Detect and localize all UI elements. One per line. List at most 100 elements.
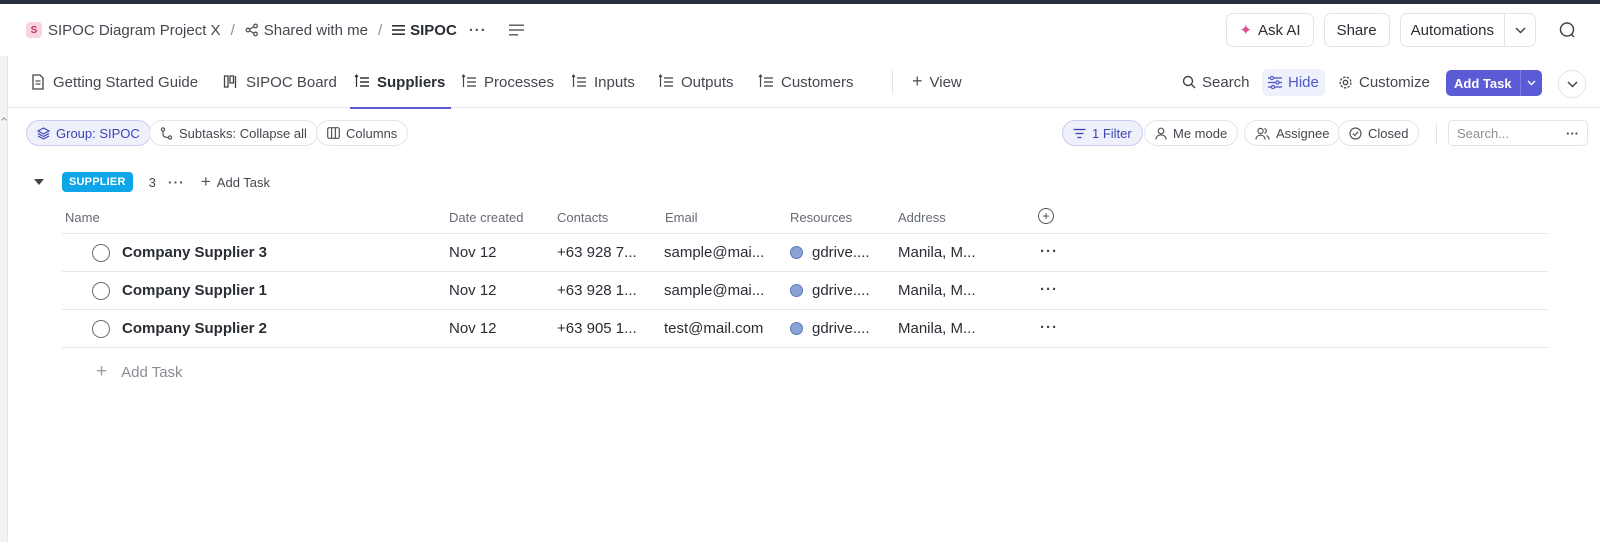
row-more-icon[interactable]: ··· (1040, 319, 1058, 336)
resources-link[interactable]: gdrive.... (812, 282, 870, 299)
add-task-button[interactable]: Add Task (1446, 70, 1520, 96)
left-sidebar-edge[interactable] (0, 56, 8, 542)
date-created-cell: Nov 12 (449, 282, 497, 299)
contacts-cell[interactable]: +63 928 7... (557, 244, 657, 261)
task-name[interactable]: Company Supplier 3 (122, 244, 267, 261)
tab-suppliers[interactable]: Suppliers (349, 56, 452, 109)
columns-chip[interactable]: Columns (316, 120, 409, 146)
group-add-task-label: Add Task (216, 174, 271, 190)
task-name[interactable]: Company Supplier 2 (122, 320, 267, 337)
user-icon (1155, 127, 1167, 140)
group-count: 3 (148, 174, 156, 190)
resources-cell[interactable]: gdrive.... (790, 244, 894, 261)
group-chip-label: Group: SIPOC (56, 125, 140, 141)
table-row[interactable]: Company Supplier 2 Nov 12 +63 905 1... t… (62, 310, 1548, 348)
list-view-icon (354, 74, 370, 90)
collapse-header-button[interactable] (1558, 70, 1586, 98)
closed-chip[interactable]: Closed (1338, 120, 1420, 146)
column-header-name[interactable]: Name (65, 210, 100, 225)
address-cell[interactable]: Manila, M... (898, 282, 998, 299)
task-status-icon[interactable] (92, 244, 110, 262)
task-name[interactable]: Company Supplier 1 (122, 282, 267, 299)
breadcrumb-shared[interactable]: Shared with me (245, 22, 368, 39)
ask-ai-button[interactable]: ✦ Ask AI (1226, 13, 1314, 47)
email-cell[interactable]: sample@mai... (664, 244, 782, 261)
subtasks-chip-label: Subtasks: Collapse all (179, 125, 307, 141)
row-more-icon[interactable]: ··· (1040, 243, 1058, 260)
task-status-icon[interactable] (92, 320, 110, 338)
add-task-row[interactable]: + Add Task (96, 360, 183, 384)
column-header-resources[interactable]: Resources (790, 210, 852, 225)
filter-chip[interactable]: 1 Filter (1062, 120, 1143, 146)
row-more-icon[interactable]: ··· (1040, 281, 1058, 298)
assignee-chip[interactable]: Assignee (1244, 120, 1341, 146)
chat-icon[interactable] (1550, 13, 1584, 47)
add-column-icon[interactable]: + (1038, 208, 1054, 224)
header-actions: ✦ Ask AI Share Automations (1226, 12, 1600, 48)
column-header-date-created[interactable]: Date created (449, 210, 523, 225)
address-cell[interactable]: Manila, M... (898, 244, 998, 261)
contacts-cell[interactable]: +63 928 1... (557, 282, 657, 299)
column-header-address[interactable]: Address (898, 210, 946, 225)
status-badge[interactable]: SUPPLIER (62, 172, 133, 192)
tab-sipoc-board[interactable]: SIPOC Board (223, 56, 337, 108)
more-options-icon[interactable]: ··· (469, 22, 487, 39)
filter-icon (1073, 128, 1086, 139)
caret-down-icon[interactable] (34, 179, 44, 185)
table-row[interactable]: Company Supplier 1 Nov 12 +63 928 1... s… (62, 272, 1548, 310)
breadcrumb: S SIPOC Diagram Project X / Shared with … (26, 4, 524, 56)
add-task-dropdown[interactable] (1519, 70, 1542, 96)
contacts-cell[interactable]: +63 905 1... (557, 320, 657, 337)
search-tasks-input[interactable]: Search... ··· (1448, 120, 1588, 146)
email-cell[interactable]: test@mail.com (664, 320, 782, 337)
chevron-down-icon (1514, 26, 1526, 34)
search-button[interactable]: Search (1182, 56, 1250, 108)
tab-outputs[interactable]: Outputs (658, 56, 734, 108)
columns-icon (327, 127, 340, 139)
subtasks-chip[interactable]: Subtasks: Collapse all (149, 120, 318, 146)
view-tabs-bar: Getting Started Guide SIPOC Board Suppli… (8, 56, 1600, 109)
resources-cell[interactable]: gdrive.... (790, 320, 894, 337)
tab-label: Processes (484, 73, 555, 91)
column-header-email[interactable]: Email (665, 210, 698, 225)
table-row[interactable]: Company Supplier 3 Nov 12 +63 928 7... s… (62, 234, 1548, 272)
resources-cell[interactable]: gdrive.... (790, 282, 894, 299)
subtasks-icon (160, 126, 173, 140)
tabs-divider (892, 70, 893, 94)
columns-chip-label: Columns (346, 125, 398, 141)
customize-button[interactable]: Customize (1338, 56, 1430, 108)
shared-label: Shared with me (263, 21, 368, 39)
email-cell[interactable]: sample@mai... (664, 282, 782, 299)
assignee-chip-label: Assignee (1276, 125, 1330, 141)
group-chip[interactable]: Group: SIPOC (26, 120, 151, 146)
space-name: SIPOC Diagram Project X (48, 21, 221, 39)
more-options-icon[interactable]: ··· (1566, 126, 1579, 141)
breadcrumb-list[interactable]: SIPOC (392, 22, 457, 39)
hide-button[interactable]: Hide (1262, 56, 1325, 108)
automations-dropdown[interactable] (1505, 14, 1535, 46)
share-label: Share (1336, 21, 1377, 39)
more-options-icon[interactable]: ··· (168, 174, 185, 190)
column-header-contacts[interactable]: Contacts (557, 210, 608, 225)
breadcrumb-space[interactable]: S SIPOC Diagram Project X (26, 22, 221, 39)
automations-button[interactable]: Automations (1401, 14, 1505, 46)
tab-inputs[interactable]: Inputs (571, 56, 635, 108)
group-header: SUPPLIER 3 ··· + Add Task (34, 170, 270, 194)
customize-label: Customize (1359, 73, 1430, 91)
description-icon[interactable] (508, 24, 524, 36)
tab-processes[interactable]: Processes (461, 56, 554, 108)
group-add-task-button[interactable]: + Add Task (201, 172, 270, 192)
layers-icon (37, 126, 50, 140)
address-cell[interactable]: Manila, M... (898, 320, 998, 337)
share-button[interactable]: Share (1323, 13, 1390, 47)
add-task-row-label: Add Task (121, 363, 183, 381)
tab-customers[interactable]: Customers (758, 56, 854, 108)
resources-link[interactable]: gdrive.... (812, 244, 870, 261)
tab-getting-started-guide[interactable]: Getting Started Guide (30, 56, 198, 108)
tab-label: Outputs (681, 73, 734, 91)
task-status-icon[interactable] (92, 282, 110, 300)
resources-link[interactable]: gdrive.... (812, 320, 870, 337)
me-mode-chip[interactable]: Me mode (1144, 120, 1239, 146)
add-view-button[interactable]: + View (912, 56, 962, 108)
chevron-down-icon (1527, 80, 1536, 86)
